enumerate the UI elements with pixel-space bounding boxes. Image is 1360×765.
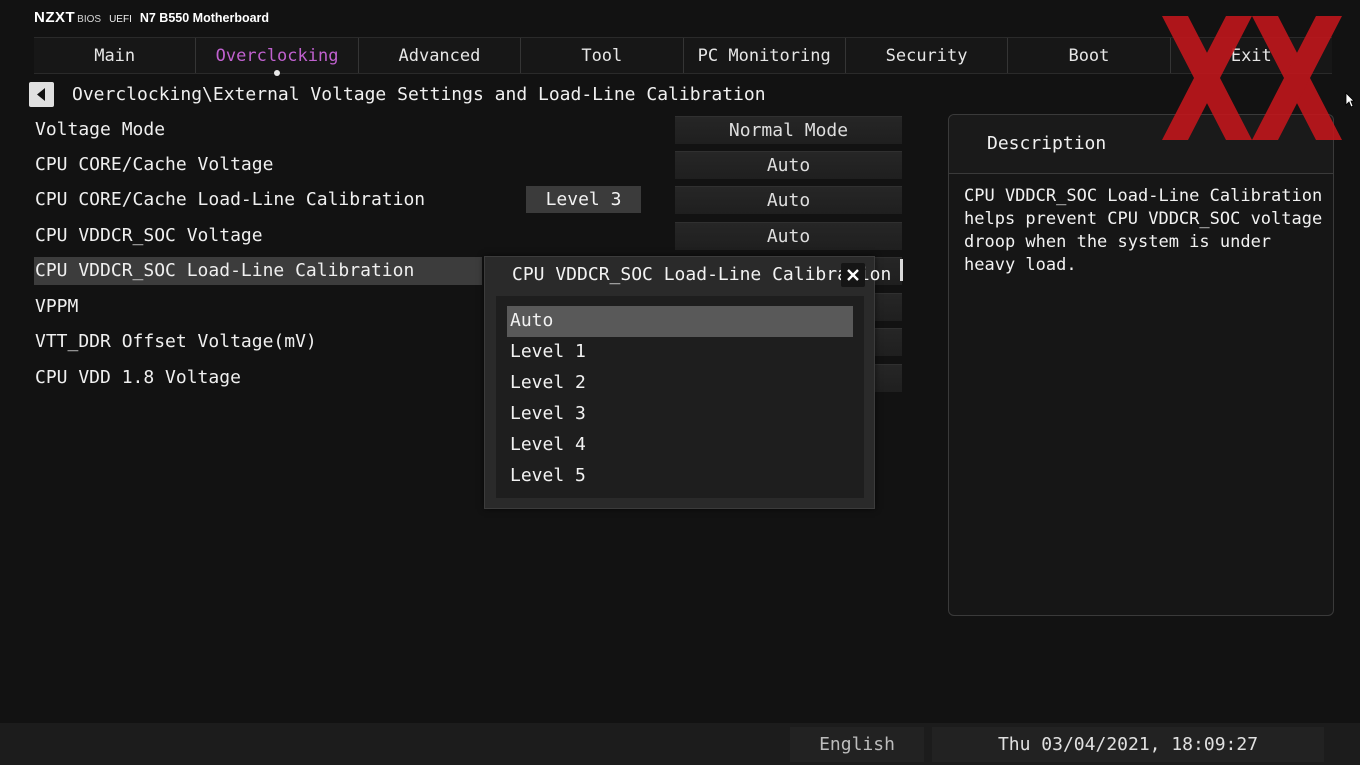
cpu-core-cache-voltage-value[interactable]: Auto bbox=[675, 151, 902, 179]
tab-tool[interactable]: Tool bbox=[520, 38, 682, 73]
setting-label-area: Voltage Mode bbox=[34, 116, 482, 144]
setting-label: CPU CORE/Cache Voltage bbox=[35, 154, 274, 175]
setting-label-area: CPU CORE/Cache Voltage bbox=[34, 151, 482, 179]
popup-title: CPU VDDCR_SOC Load-Line Calibration bbox=[512, 264, 892, 285]
setting-label: CPU CORE/Cache Load-Line Calibration bbox=[35, 189, 426, 210]
setting-cpu-core-cache-llc[interactable]: CPU CORE/Cache Load-Line Calibration Lev… bbox=[34, 186, 902, 214]
option-level-4[interactable]: Level 4 bbox=[507, 430, 853, 461]
setting-label-area: VTT_DDR Offset Voltage(mV) bbox=[34, 328, 482, 356]
setting-cpu-core-cache-voltage[interactable]: CPU CORE/Cache Voltage Auto bbox=[34, 151, 902, 179]
breadcrumb: Overclocking\External Voltage Settings a… bbox=[72, 84, 766, 105]
current-value-badge: Level 3 bbox=[526, 186, 641, 213]
setting-label: CPU VDD 1.8 Voltage bbox=[35, 367, 241, 388]
tab-pc-monitoring[interactable]: PC Monitoring bbox=[682, 38, 845, 73]
setting-label-area: CPU VDD 1.8 Voltage bbox=[34, 364, 482, 392]
option-auto[interactable]: Auto bbox=[507, 306, 853, 337]
option-level-2[interactable]: Level 2 bbox=[507, 368, 853, 399]
close-button[interactable] bbox=[841, 263, 865, 287]
tab-overclocking[interactable]: Overclocking bbox=[195, 38, 357, 76]
setting-label-area: VPPM bbox=[34, 293, 482, 321]
option-label: Level 2 bbox=[510, 372, 586, 393]
voltage-mode-value[interactable]: Normal Mode bbox=[675, 116, 902, 144]
tab-advanced[interactable]: Advanced bbox=[357, 38, 520, 73]
option-level-5[interactable]: Level 5 bbox=[507, 461, 853, 492]
back-button[interactable] bbox=[29, 82, 54, 107]
tab-exit[interactable]: Exit bbox=[1169, 38, 1332, 73]
setting-voltage-mode[interactable]: Voltage Mode Normal Mode bbox=[34, 116, 902, 144]
option-label: Auto bbox=[510, 310, 554, 331]
option-label: Level 5 bbox=[510, 465, 586, 486]
setting-label-area: CPU VDDCR_SOC Load-Line Calibration bbox=[34, 257, 482, 285]
bios-brand: NZXT BIOS UEFI N7 B550 Motherboard bbox=[34, 9, 269, 29]
status-footer: English Thu 03/04/2021, 18:09:27 bbox=[0, 723, 1360, 765]
option-label: Level 3 bbox=[510, 403, 586, 424]
brand-uefi-label: UEFI bbox=[109, 14, 132, 25]
back-arrow-icon bbox=[37, 88, 45, 101]
description-text: CPU VDDCR_SOC Load-Line Calibration help… bbox=[964, 186, 1323, 275]
option-label: Level 4 bbox=[510, 434, 586, 455]
language-button[interactable]: English bbox=[790, 727, 924, 762]
datetime-display: Thu 03/04/2021, 18:09:27 bbox=[932, 727, 1324, 762]
value-scroll-handle bbox=[900, 259, 903, 281]
option-label: Level 1 bbox=[510, 341, 586, 362]
mouse-cursor-icon bbox=[1345, 92, 1355, 108]
option-list: Auto Level 1 Level 2 Level 3 Level 4 Lev… bbox=[496, 296, 864, 498]
main-tab-bar: Main Overclocking Advanced Tool PC Monit… bbox=[34, 37, 1332, 76]
setting-cpu-vddcr-soc-voltage[interactable]: CPU VDDCR_SOC Voltage Auto bbox=[34, 222, 902, 250]
setting-label-area: CPU CORE/Cache Load-Line Calibration bbox=[34, 186, 482, 214]
tab-main[interactable]: Main bbox=[34, 38, 195, 73]
setting-label: CPU VDDCR_SOC Load-Line Calibration bbox=[35, 260, 415, 281]
close-icon bbox=[847, 269, 859, 281]
setting-label: VTT_DDR Offset Voltage(mV) bbox=[35, 331, 317, 352]
option-level-1[interactable]: Level 1 bbox=[507, 337, 853, 368]
tab-security[interactable]: Security bbox=[844, 38, 1007, 73]
setting-label: Voltage Mode bbox=[35, 119, 166, 140]
llc-option-popup: CPU VDDCR_SOC Load-Line Calibration Auto… bbox=[484, 256, 891, 509]
description-header: Description bbox=[949, 115, 1333, 174]
cpu-core-cache-llc-value[interactable]: Auto bbox=[675, 186, 902, 214]
description-title: Description bbox=[987, 133, 1107, 154]
tab-boot[interactable]: Boot bbox=[1007, 38, 1169, 73]
setting-label-area: CPU VDDCR_SOC Voltage bbox=[34, 222, 482, 250]
cpu-vddcr-soc-voltage-value[interactable]: Auto bbox=[675, 222, 902, 250]
setting-label: VPPM bbox=[35, 296, 79, 317]
option-level-3[interactable]: Level 3 bbox=[507, 399, 853, 430]
motherboard-model: N7 B550 Motherboard bbox=[139, 11, 270, 25]
brand-logo: NZXT bbox=[34, 9, 76, 26]
description-panel: Description CPU VDDCR_SOC Load-Line Cali… bbox=[948, 114, 1334, 616]
setting-label: CPU VDDCR_SOC Voltage bbox=[35, 225, 263, 246]
brand-bios-label: BIOS bbox=[77, 14, 102, 25]
